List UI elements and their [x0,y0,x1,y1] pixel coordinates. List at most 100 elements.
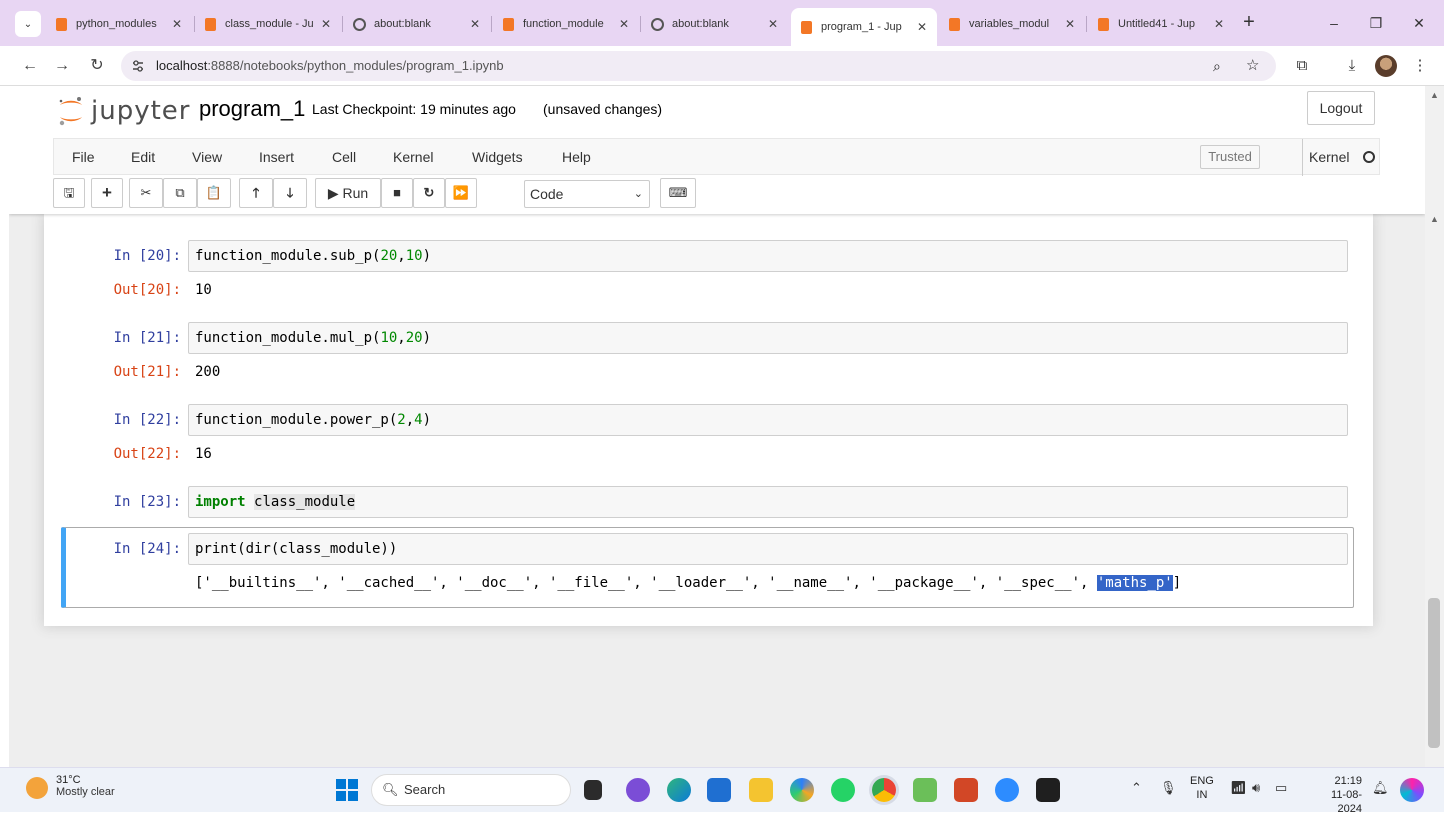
microsoft-store-icon[interactable] [707,778,731,802]
language-indicator[interactable]: ENG IN [1190,774,1214,802]
browser-tab[interactable]: python_modules ✕ [46,10,192,38]
profile-avatar[interactable] [1375,55,1397,77]
close-icon[interactable]: ✕ [319,17,333,31]
code-number: 2 [397,412,406,428]
zoom-app-icon[interactable] [995,778,1019,802]
move-up-button[interactable]: 🡑 [239,178,273,208]
file-explorer-icon[interactable] [584,780,602,800]
restart-button[interactable]: ↻ [413,178,445,208]
run-all-button[interactable]: ⏩ [445,178,477,208]
save-button[interactable]: 🖫 [53,178,85,208]
colorful-app-icon[interactable] [790,778,814,802]
close-icon[interactable]: ✕ [1212,17,1226,31]
weather-moon-icon [26,777,48,799]
menu-insert[interactable]: Insert [259,139,294,176]
code-cell-input[interactable]: function_module.mul_p(10,20) [188,322,1348,354]
menu-kernel[interactable]: Kernel [393,139,433,176]
browser-tab[interactable]: class_module - Ju ✕ [195,10,341,38]
interrupt-button[interactable]: ■ [381,178,413,208]
code-cell-input[interactable]: function_module.sub_p(20,10) [188,240,1348,272]
insert-cell-button[interactable]: + [91,178,123,208]
bookmark-star-icon[interactable]: ☆ [1246,51,1259,81]
taskbar-search[interactable]: 🔍︎ Search [371,774,571,806]
address-bar[interactable]: localhost:8888/notebooks/python_modules/… [121,51,1276,81]
paint-app-icon[interactable] [913,778,937,802]
page-scrollbar[interactable]: ▲ ▲ [1425,86,1444,767]
menu-view[interactable]: View [192,139,222,176]
chevron-up-icon[interactable]: ⌃ [1131,780,1142,796]
site-info-icon[interactable] [131,59,145,73]
edge-browser-icon[interactable] [667,778,691,802]
scroll-up-icon[interactable]: ▲ [1430,90,1439,100]
chrome-icon[interactable] [872,778,896,802]
tab-search-button[interactable]: ⌄ [15,11,41,37]
microphone-icon[interactable]: 🎙︎ [1160,780,1177,796]
browser-tab[interactable]: variables_modul ✕ [939,10,1085,38]
scroll-up-icon[interactable]: ▲ [1430,214,1439,224]
close-icon[interactable]: ✕ [915,20,929,34]
browser-tab[interactable]: Untitled41 - Jup ✕ [1088,10,1234,38]
browser-tab[interactable]: about:blank ✕ [642,10,788,38]
code-number: 20 [405,330,423,346]
browser-tab-active[interactable]: program_1 - Jup ✕ [791,8,937,46]
maximize-button[interactable]: ❐ [1361,11,1391,35]
start-button[interactable] [336,779,358,801]
powerpoint-icon[interactable] [954,778,978,802]
browser-tab[interactable]: function_module ✕ [493,10,639,38]
output-text: ['__builtins__', '__cached__', '__doc__'… [195,575,1097,591]
logout-button[interactable]: Logout [1307,91,1375,125]
terminal-icon[interactable] [1036,778,1060,802]
code-cell-input[interactable]: function_module.power_p(2,4) [188,404,1348,436]
run-button[interactable]: ▶ Run [315,178,381,208]
tab-title: Untitled41 - Jup [1118,18,1196,30]
folder-icon[interactable] [749,778,773,802]
trusted-indicator[interactable]: Trusted [1200,145,1260,169]
close-icon[interactable]: ✕ [766,17,780,31]
menu-widgets[interactable]: Widgets [472,139,523,176]
new-tab-button[interactable]: + [1238,11,1260,35]
close-icon[interactable]: ✕ [170,17,184,31]
window-close-button[interactable]: ✕ [1404,11,1434,35]
close-icon[interactable]: ✕ [468,17,482,31]
menu-cell[interactable]: Cell [332,139,356,176]
minimize-button[interactable]: – [1319,11,1349,35]
move-down-button[interactable]: 🡓 [273,178,307,208]
more-menu-icon[interactable]: ⋮ [1408,54,1432,78]
close-icon[interactable]: ✕ [617,17,631,31]
zoom-icon[interactable]: ⌕ [1213,51,1221,81]
reload-icon[interactable]: ↻ [84,54,110,78]
close-icon[interactable]: ✕ [1063,17,1077,31]
weather-temperature: 31°C [56,774,81,786]
notebook-name[interactable]: program_1 [199,96,305,122]
code-cell-input[interactable]: import class_module [188,486,1348,518]
download-icon[interactable]: ⤓ [1340,54,1364,78]
browser-tab-strip: ⌄ python_modules ✕ class_module - Ju ✕ a… [0,0,1444,46]
wifi-icon[interactable]: 📶︎ [1230,780,1247,796]
menu-file[interactable]: File [72,139,95,176]
system-clock[interactable]: 21:19 11-08-2024 [1322,774,1362,816]
command-palette-button[interactable]: ⌨ [660,178,696,208]
browser-tab[interactable]: about:blank ✕ [344,10,490,38]
volume-icon[interactable]: 🔊︎ [1252,780,1260,796]
forward-arrow-icon[interactable]: → [49,54,75,78]
copy-button[interactable]: ⧉ [163,178,197,208]
paste-button[interactable]: 📋 [197,178,231,208]
output-text: ] [1172,575,1182,591]
battery-icon[interactable]: ▭ [1275,780,1287,796]
jupyter-logo[interactable]: jupyter [57,93,190,129]
weather-widget[interactable]: 31°C Mostly clear [26,773,115,799]
copilot-icon[interactable] [1400,778,1424,802]
whatsapp-icon[interactable] [831,778,855,802]
clock-time: 21:19 [1334,775,1362,787]
chat-icon[interactable] [626,778,650,802]
scrollbar-thumb[interactable] [1428,598,1440,748]
back-arrow-icon[interactable]: ← [17,54,43,78]
notification-icon[interactable]: 🔔︎ [1372,780,1389,796]
restart-icon: ↻ [423,185,435,200]
cell-type-select[interactable]: Code ⌄ [524,180,650,208]
extensions-icon[interactable]: ⧉ [1290,54,1314,78]
menu-edit[interactable]: Edit [131,139,155,176]
cut-button[interactable]: ✂ [129,178,163,208]
code-cell-input[interactable]: print(dir(class_module)) [188,533,1348,565]
menu-help[interactable]: Help [562,139,591,176]
